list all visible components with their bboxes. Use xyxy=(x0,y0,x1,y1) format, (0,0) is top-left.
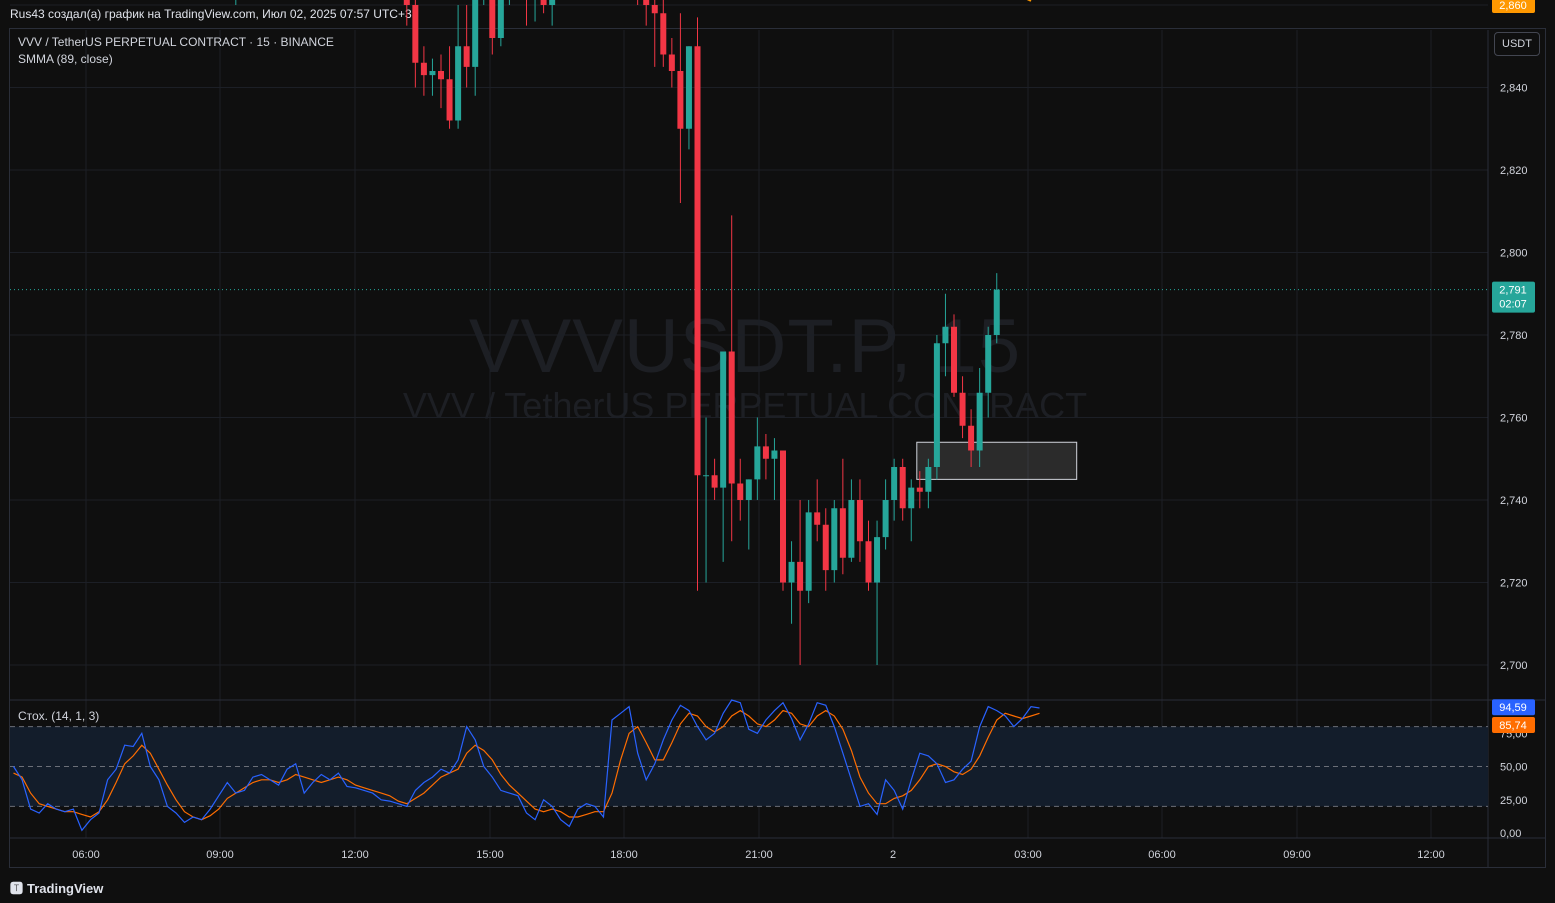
price-tick-label: 2,740 xyxy=(1500,495,1528,507)
price-tick-label: 2,780 xyxy=(1500,330,1528,342)
candle-up xyxy=(472,0,479,67)
candle-up xyxy=(455,46,462,121)
stochastic-tick-label: 25,00 xyxy=(1500,795,1528,807)
candle-down xyxy=(814,512,821,525)
candle-down xyxy=(797,561,804,591)
candle-up xyxy=(908,487,915,509)
time-tick-label: 09:00 xyxy=(206,849,234,861)
candle-down xyxy=(660,13,667,55)
candle-down xyxy=(839,508,846,558)
candle-down xyxy=(951,326,957,393)
candle-up xyxy=(848,500,855,558)
stochastic-d-tag-text: 85,74 xyxy=(1499,720,1527,732)
tradingview-logo[interactable]: 🆃 TradingView xyxy=(10,878,103,897)
price-tick-label: 2,800 xyxy=(1500,248,1528,260)
last-price-tag-text: 02:07 xyxy=(1499,299,1527,311)
candle-down xyxy=(420,62,427,76)
smma-legend[interactable]: SMMA (89, close) xyxy=(18,52,113,66)
candle-up xyxy=(805,512,812,591)
footer-brand: TradingView xyxy=(27,881,104,896)
stochastic-k-tag: 94,59 xyxy=(1492,699,1535,716)
candle-up xyxy=(685,46,692,129)
candle-up xyxy=(985,335,992,393)
candle-down xyxy=(865,541,872,583)
candle-down xyxy=(959,392,966,426)
candle-up xyxy=(882,500,889,538)
candle-down xyxy=(489,0,496,38)
price-tick-label: 2,700 xyxy=(1500,660,1528,672)
candle-up xyxy=(831,508,838,571)
candle-down xyxy=(968,425,975,451)
candle-up xyxy=(703,475,710,477)
price-tick-label: 2,840 xyxy=(1500,83,1528,95)
candle-down xyxy=(856,500,863,542)
candle-down xyxy=(403,0,410,5)
stochastic-tick-label: 0,00 xyxy=(1500,828,1521,840)
candle-up xyxy=(549,0,556,5)
price-tick-label: 2,760 xyxy=(1500,413,1528,425)
candle-up xyxy=(497,0,504,38)
footer: 🆃 TradingView xyxy=(0,868,1555,903)
smma-price-tag-text: 2,860 xyxy=(1499,0,1527,12)
time-tick-label: 12:00 xyxy=(341,849,369,861)
candle-down xyxy=(737,483,744,500)
tradingview-logo-icon: 🆃 xyxy=(10,881,24,896)
stochastic-k-tag-text: 94,59 xyxy=(1499,702,1527,714)
time-tick-label: 21:00 xyxy=(745,849,773,861)
candle-up xyxy=(429,71,436,76)
candle-down xyxy=(438,71,444,80)
candle-down xyxy=(446,79,453,121)
candle-up xyxy=(745,479,752,500)
candle-down xyxy=(780,450,786,583)
candle-up xyxy=(771,450,778,459)
candle-down xyxy=(412,5,419,63)
candle-up xyxy=(925,467,932,492)
candle-up xyxy=(993,289,1000,335)
time-tick-label: 15:00 xyxy=(476,849,504,861)
candle-down xyxy=(822,524,829,571)
price-tick-label: 2,720 xyxy=(1500,578,1528,590)
candle-down xyxy=(651,5,658,14)
candle-up xyxy=(720,351,727,488)
candle-up xyxy=(788,561,795,583)
candle-down xyxy=(728,351,735,484)
candle-up xyxy=(874,537,881,583)
stochastic-d-tag: 85,74 xyxy=(1492,716,1535,733)
stochastic-tick-label: 50,00 xyxy=(1500,762,1528,774)
candle-down xyxy=(916,487,923,492)
price-tick-label: 2,820 xyxy=(1500,165,1528,177)
candle-up xyxy=(942,326,949,344)
candle-up xyxy=(933,343,940,467)
time-tick-label: 12:00 xyxy=(1417,849,1445,861)
candle-down xyxy=(899,467,906,509)
last-price-tag-text: 2,791 xyxy=(1499,285,1527,297)
candle-up xyxy=(891,467,898,500)
time-tick-label: 06:00 xyxy=(72,849,100,861)
last-price-tag: 2,791 02:07 xyxy=(1492,281,1535,313)
time-tick-label: 06:00 xyxy=(1148,849,1176,861)
candle-down xyxy=(677,71,684,129)
stochastic-legend[interactable]: Стох. (14, 1, 3) xyxy=(18,709,99,723)
currency-button[interactable]: USDT xyxy=(1494,32,1540,56)
candle-down xyxy=(463,46,470,67)
candle-up xyxy=(754,446,761,480)
smma-line xyxy=(1026,0,1032,2)
time-tick-label: 09:00 xyxy=(1283,849,1311,861)
symbol-legend[interactable]: VVV / TetherUS PERPETUAL CONTRACT · 15 ·… xyxy=(18,35,334,49)
price-chart-svg[interactable]: 2,700 2,720 2,740 2,760 2,780 2,800 2,820 2,840… xyxy=(0,0,1555,903)
smma-price-tag: 2,860 xyxy=(1492,0,1535,13)
candle-down xyxy=(643,0,650,5)
candle-down xyxy=(762,446,769,459)
time-tick-label: 2 xyxy=(890,849,896,861)
time-tick-label: 18:00 xyxy=(610,849,638,861)
candle-down xyxy=(711,475,718,488)
time-tick-label: 03:00 xyxy=(1014,849,1042,861)
candle-down xyxy=(694,46,701,476)
candle-up xyxy=(976,392,983,451)
candle-down xyxy=(540,0,547,5)
candle-down xyxy=(668,54,675,71)
highlight-rectangle xyxy=(916,441,1078,480)
